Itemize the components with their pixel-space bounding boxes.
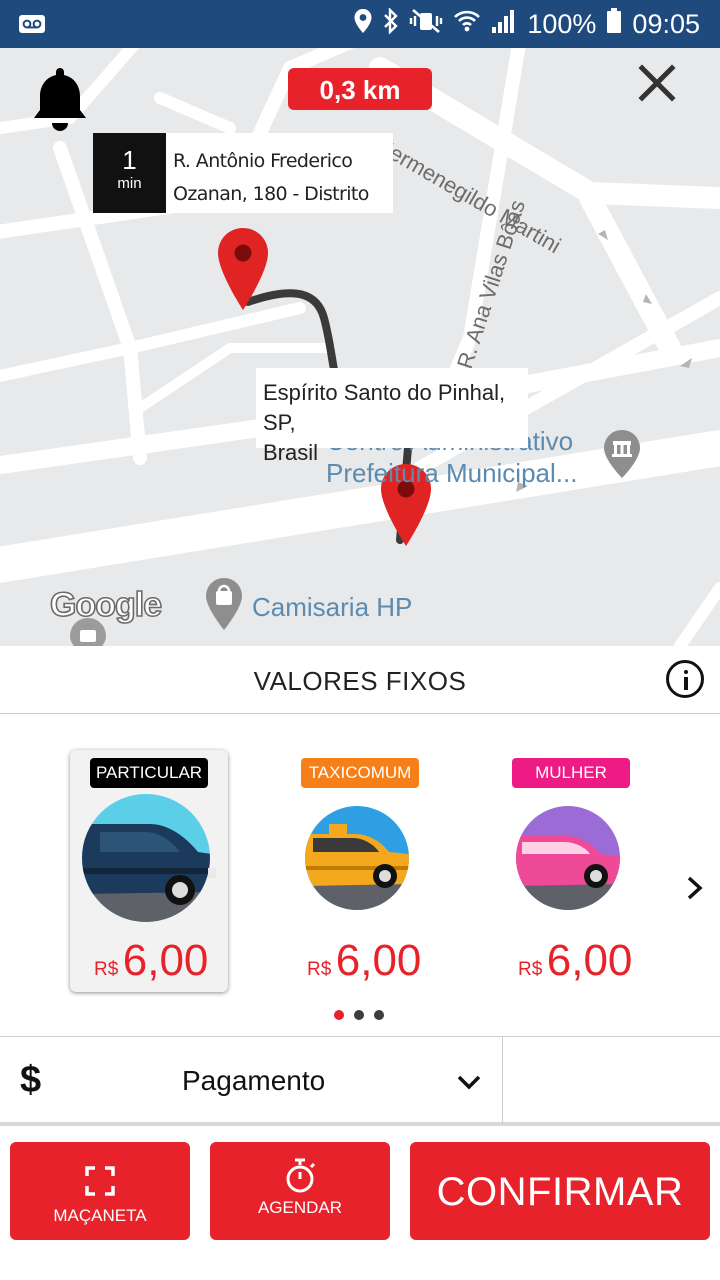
destination-address-line2: Brasil [263, 440, 319, 465]
mute-vibrate-icon [409, 8, 443, 41]
confirmar-label: CONFIRMAR [436, 1170, 684, 1214]
car-particular-icon [80, 794, 216, 927]
macaneta-label: MAÇANETA [53, 1206, 147, 1225]
confirmar-button[interactable]: CONFIRMAR [410, 1142, 710, 1240]
origin-address-line1: R. Antônio Frederico [173, 150, 353, 172]
car-mulher-icon [516, 806, 628, 917]
fare-price-mulher: R$ 6,00 [518, 936, 633, 985]
pagination-dot[interactable] [354, 1010, 364, 1020]
fare-price-particular: R$ 6,00 [94, 936, 209, 985]
fares-title: VALORES FIXOS [253, 666, 467, 696]
stopwatch-icon [284, 1158, 316, 1199]
fares-header: VALORES FIXOS [0, 646, 720, 714]
pagination-dot[interactable] [374, 1010, 384, 1020]
payment-selector[interactable]: $ Pagamento [0, 1036, 720, 1126]
poi-label-camisaria: Camisaria HP [252, 592, 413, 622]
origin-address-line2: Ozanan, 180 - Distrito [173, 183, 369, 205]
signal-icon [491, 9, 517, 40]
origin-label: 1 min R. Antônio Frederico Ozanan, 180 -… [93, 133, 393, 213]
fare-tag-mulher: MULHER [512, 758, 630, 788]
fare-carousel[interactable]: PARTICULAR R$ 6,00 TAXICOMUM R$ 6,00 MUL… [0, 714, 720, 1036]
payment-label[interactable]: Pagamento [182, 1065, 325, 1097]
eta-box: 1 min [93, 133, 166, 213]
location-icon [353, 8, 373, 41]
car-taxi-icon [305, 806, 417, 917]
info-icon[interactable] [666, 660, 704, 698]
fare-card-taxicomum[interactable]: TAXICOMUM R$ 6,00 [281, 750, 441, 992]
bluetooth-icon [383, 6, 399, 41]
chevron-right-icon[interactable] [684, 874, 706, 907]
divider [502, 1037, 503, 1123]
fare-tag-taxicomum: TAXICOMUM [301, 758, 419, 788]
fare-card-particular[interactable]: PARTICULAR R$ 6,00 [70, 750, 228, 992]
agendar-label: AGENDAR [257, 1198, 343, 1217]
map-view[interactable]: Hermenegildo Martini R. Ana Vilas Bôas C… [0, 48, 720, 646]
distance-badge: 0,3 km [288, 68, 432, 110]
status-bar: 100% 09:05 [0, 0, 720, 48]
voicemail-icon [18, 12, 46, 41]
battery-icon [606, 7, 622, 41]
fare-card-mulher[interactable]: MULHER R$ 6,00 [492, 750, 652, 992]
pagination-dot[interactable] [334, 1010, 344, 1020]
carousel-pagination [334, 1010, 384, 1020]
destination-label: Espírito Santo do Pinhal, SP, Brasil [256, 368, 528, 465]
battery-percent: 100% [527, 8, 597, 39]
chevron-down-icon[interactable] [456, 1073, 482, 1096]
eta-unit: min [117, 175, 142, 192]
clock: 09:05 [632, 8, 700, 39]
wifi-icon [453, 9, 481, 40]
dollar-icon: $ [20, 1059, 42, 1101]
eta-minutes: 1 [122, 145, 137, 175]
macaneta-button[interactable]: MAÇANETA [10, 1142, 190, 1240]
scan-frame-icon [85, 1166, 115, 1201]
google-logo: Google [49, 585, 163, 625]
agendar-button[interactable]: AGENDAR [210, 1142, 390, 1240]
fare-price-taxicomum: R$ 6,00 [307, 936, 422, 985]
destination-address-line1: Espírito Santo do Pinhal, SP, [263, 380, 506, 435]
bell-icon[interactable] [32, 66, 88, 139]
close-icon[interactable] [636, 62, 678, 109]
fare-tag-particular: PARTICULAR [90, 758, 208, 788]
